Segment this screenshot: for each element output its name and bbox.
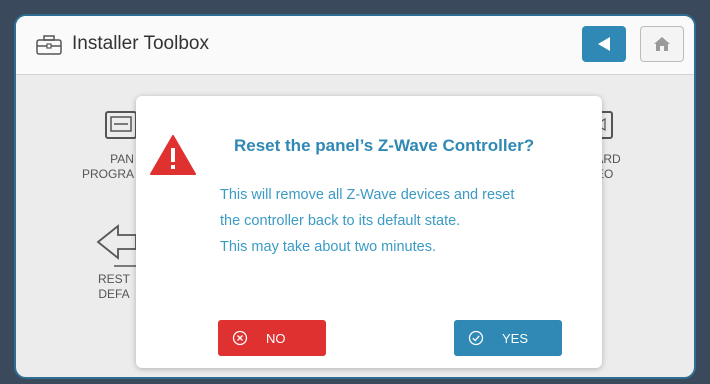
home-icon <box>654 37 670 51</box>
close-circle-icon <box>232 330 248 346</box>
tile-label: PROGRA <box>81 167 134 181</box>
dialog-message-line: This will remove all Z-Wave devices and … <box>220 187 515 203</box>
back-arrow-icon <box>598 37 610 51</box>
no-button[interactable]: NO <box>218 320 326 356</box>
warning-icon <box>150 135 196 175</box>
dialog-message-line: the controller back to its default state… <box>220 213 461 229</box>
app-window: Installer Toolbox PAN PROGRA OARD DEO <box>14 14 696 379</box>
tile-panel-programming[interactable]: PAN PROGRA <box>78 108 138 182</box>
tile-label: PAN <box>110 152 134 166</box>
home-button[interactable] <box>640 26 684 62</box>
check-circle-icon <box>468 330 484 346</box>
toolbox-icon <box>36 35 62 55</box>
panel-icon <box>105 111 137 139</box>
back-button[interactable] <box>582 26 626 62</box>
dialog-message-line: This may take about two minutes. <box>220 239 436 255</box>
tile-label: DEFA <box>98 287 130 301</box>
arrow-left-icon <box>96 224 137 267</box>
page-title: Installer Toolbox <box>72 33 209 54</box>
dialog-title: Reset the panel’s Z-Wave Controller? <box>234 136 535 155</box>
header-bar: Installer Toolbox <box>16 16 694 75</box>
confirm-dialog: Reset the panel’s Z-Wave Controller? Thi… <box>136 96 602 368</box>
tile-restore-defaults[interactable]: REST DEFA <box>82 222 137 302</box>
tile-label: REST <box>97 272 130 286</box>
yes-button[interactable]: YES <box>454 320 562 356</box>
dialog-message: This will remove all Z-Wave devices and … <box>220 182 580 260</box>
yes-button-label: YES <box>502 330 529 346</box>
no-button-label: NO <box>266 330 286 346</box>
